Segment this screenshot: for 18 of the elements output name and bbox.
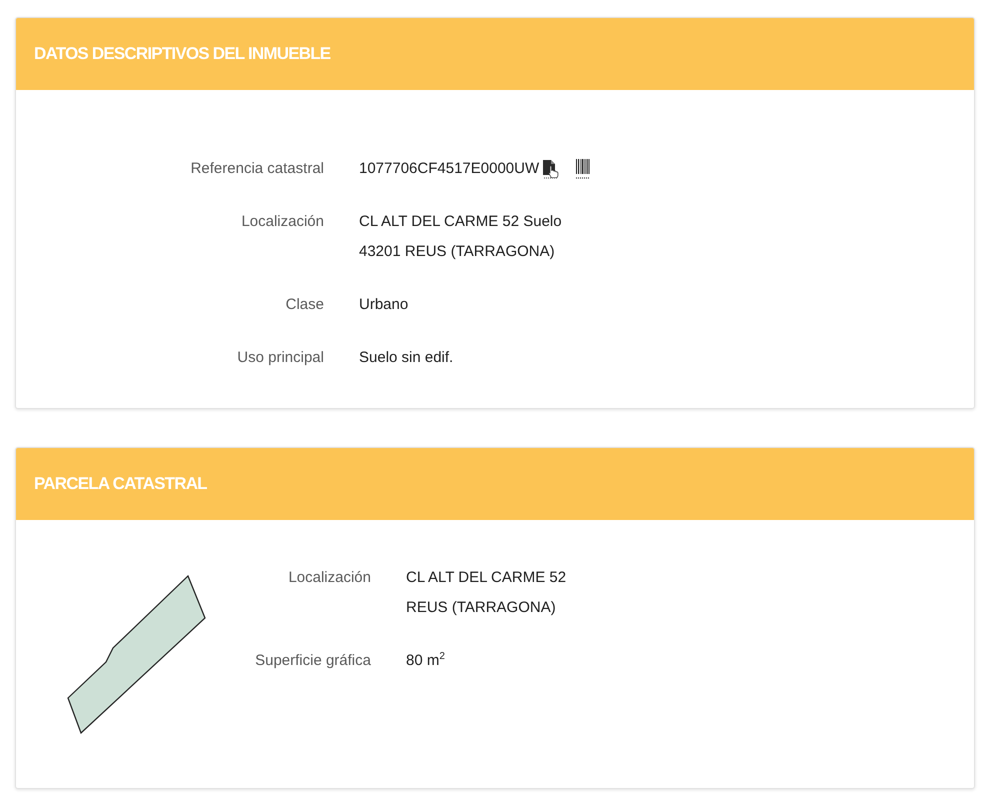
field-value: 80 m$^{2}$ [406,650,445,671]
field-value: CL ALT DEL CARME 52 [406,568,566,588]
barcode-icon[interactable] [575,159,592,179]
field-value: 43201 REUS (TARRAGONA) [359,242,555,262]
section-title: DATOS DESCRIPTIVOS DEL INMUEBLE [34,43,330,65]
field-value: Suelo sin edif. [359,348,454,368]
field-label: Localización [240,212,324,232]
field-value: CL ALT DEL CARME 52 Suelo [359,212,562,232]
field-value: Urbano [359,295,408,315]
field-label: Superficie gráfica [254,651,371,671]
field-label: Referencia catastral [190,159,324,179]
field-value: REUS (TARRAGONA) [406,598,556,618]
page-hand-icon[interactable] [542,159,560,179]
section-title: PARCELA CATASTRAL [34,474,207,494]
field-value: 1077706CF4517E0000UW [359,159,540,179]
field-label: Clase [284,295,324,315]
field-label: Localización [287,568,371,588]
field-label: Uso principal [236,348,324,368]
